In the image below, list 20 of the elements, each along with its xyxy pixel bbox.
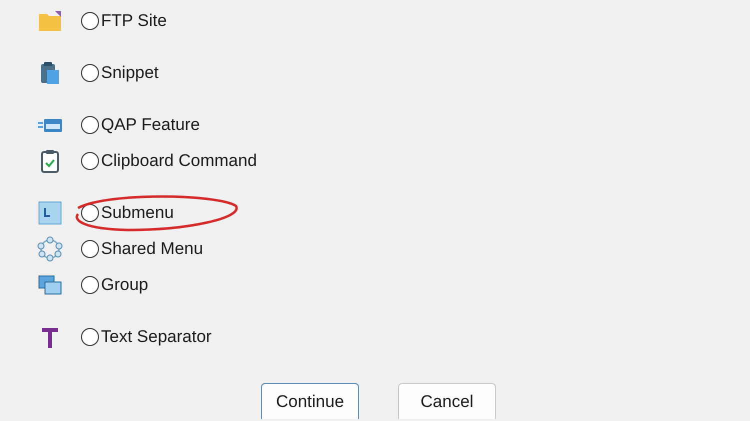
radio-option[interactable]: Shared Menu [81, 239, 204, 259]
radio-button[interactable] [81, 152, 99, 170]
submenu-icon [36, 199, 64, 227]
radio-option[interactable]: Group [81, 275, 148, 295]
radio-option[interactable]: Snippet [81, 63, 159, 83]
radio-option[interactable]: Submenu [81, 203, 174, 223]
radio-button[interactable] [81, 12, 99, 30]
radio-button[interactable] [81, 276, 99, 294]
radio-option[interactable]: Clipboard Command [81, 151, 257, 171]
radio-button[interactable] [81, 116, 99, 134]
radio-button[interactable] [81, 64, 99, 82]
radio-button[interactable] [81, 328, 99, 346]
radio-button[interactable] [81, 204, 99, 222]
radio-option[interactable]: QAP Feature [81, 115, 200, 135]
dialog-button[interactable]: Continue [261, 383, 359, 419]
radio-option[interactable]: Text Separator [81, 327, 212, 347]
circle-nodes-icon [36, 235, 64, 263]
radio-button[interactable] [81, 240, 99, 258]
dialog-button[interactable]: Cancel [398, 383, 496, 419]
radio-option[interactable]: FTP Site [81, 11, 167, 31]
